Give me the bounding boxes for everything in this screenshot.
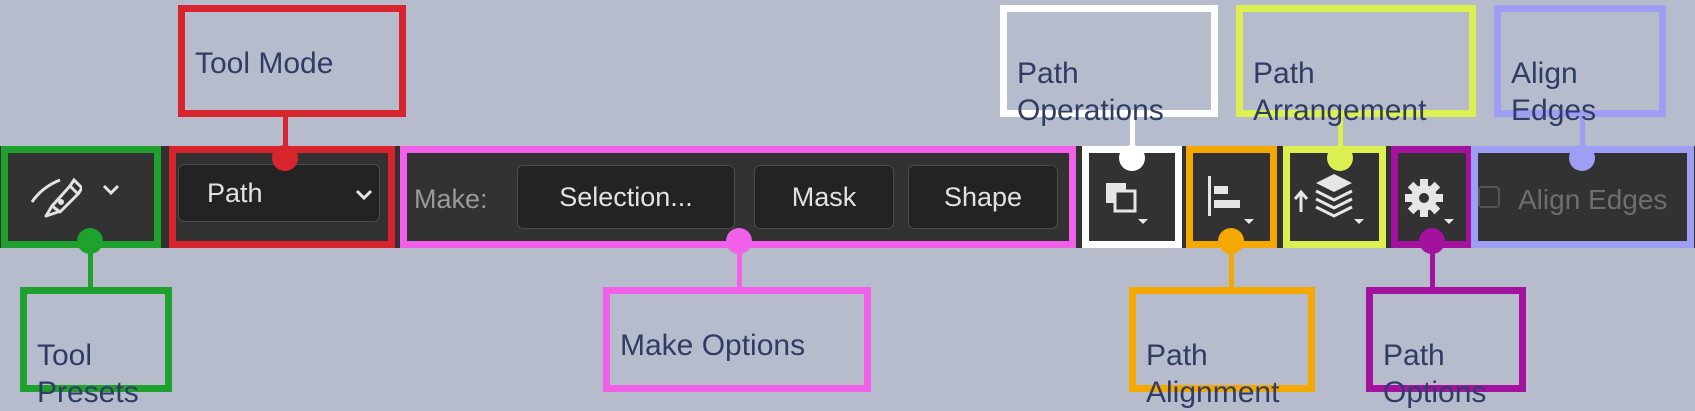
path-operations-callout-text: Path Operations — [1017, 57, 1164, 127]
path-alignment-callout-text: Path Alignment — [1146, 339, 1280, 409]
tool-presets-callout-text: Tool Presets — [37, 339, 139, 409]
align-edges-callout-text: Align Edges — [1511, 57, 1597, 127]
path-arrangement-callout-text: Path Arrangement — [1253, 57, 1427, 127]
align-edges-dot — [1569, 145, 1595, 171]
tool-mode-callout: Tool Mode — [178, 5, 406, 117]
path-options-callout-text: Path Options — [1383, 339, 1487, 409]
path-operations-callout: Path Operations — [1000, 5, 1218, 127]
path-operations-dot — [1119, 145, 1145, 171]
tool-presets-callout: Tool Presets — [20, 287, 172, 409]
tool-mode-callout-text: Tool Mode — [195, 47, 334, 80]
path-arrangement-callout: Path Arrangement — [1236, 5, 1476, 127]
tool-mode-dot — [272, 145, 298, 171]
make-options-callout-text: Make Options — [620, 329, 806, 362]
path-alignment-dot — [1218, 228, 1244, 254]
tool-presets-dot — [77, 228, 103, 254]
path-options-dot — [1419, 228, 1445, 254]
make-options-callout: Make Options — [603, 287, 871, 392]
align-edges-callout: Align Edges — [1494, 5, 1666, 127]
path-alignment-callout: Path Alignment — [1129, 287, 1315, 409]
path-options-callout: Path Options — [1366, 287, 1526, 409]
make-options-dot — [726, 228, 752, 254]
path-arrangement-dot — [1327, 145, 1353, 171]
